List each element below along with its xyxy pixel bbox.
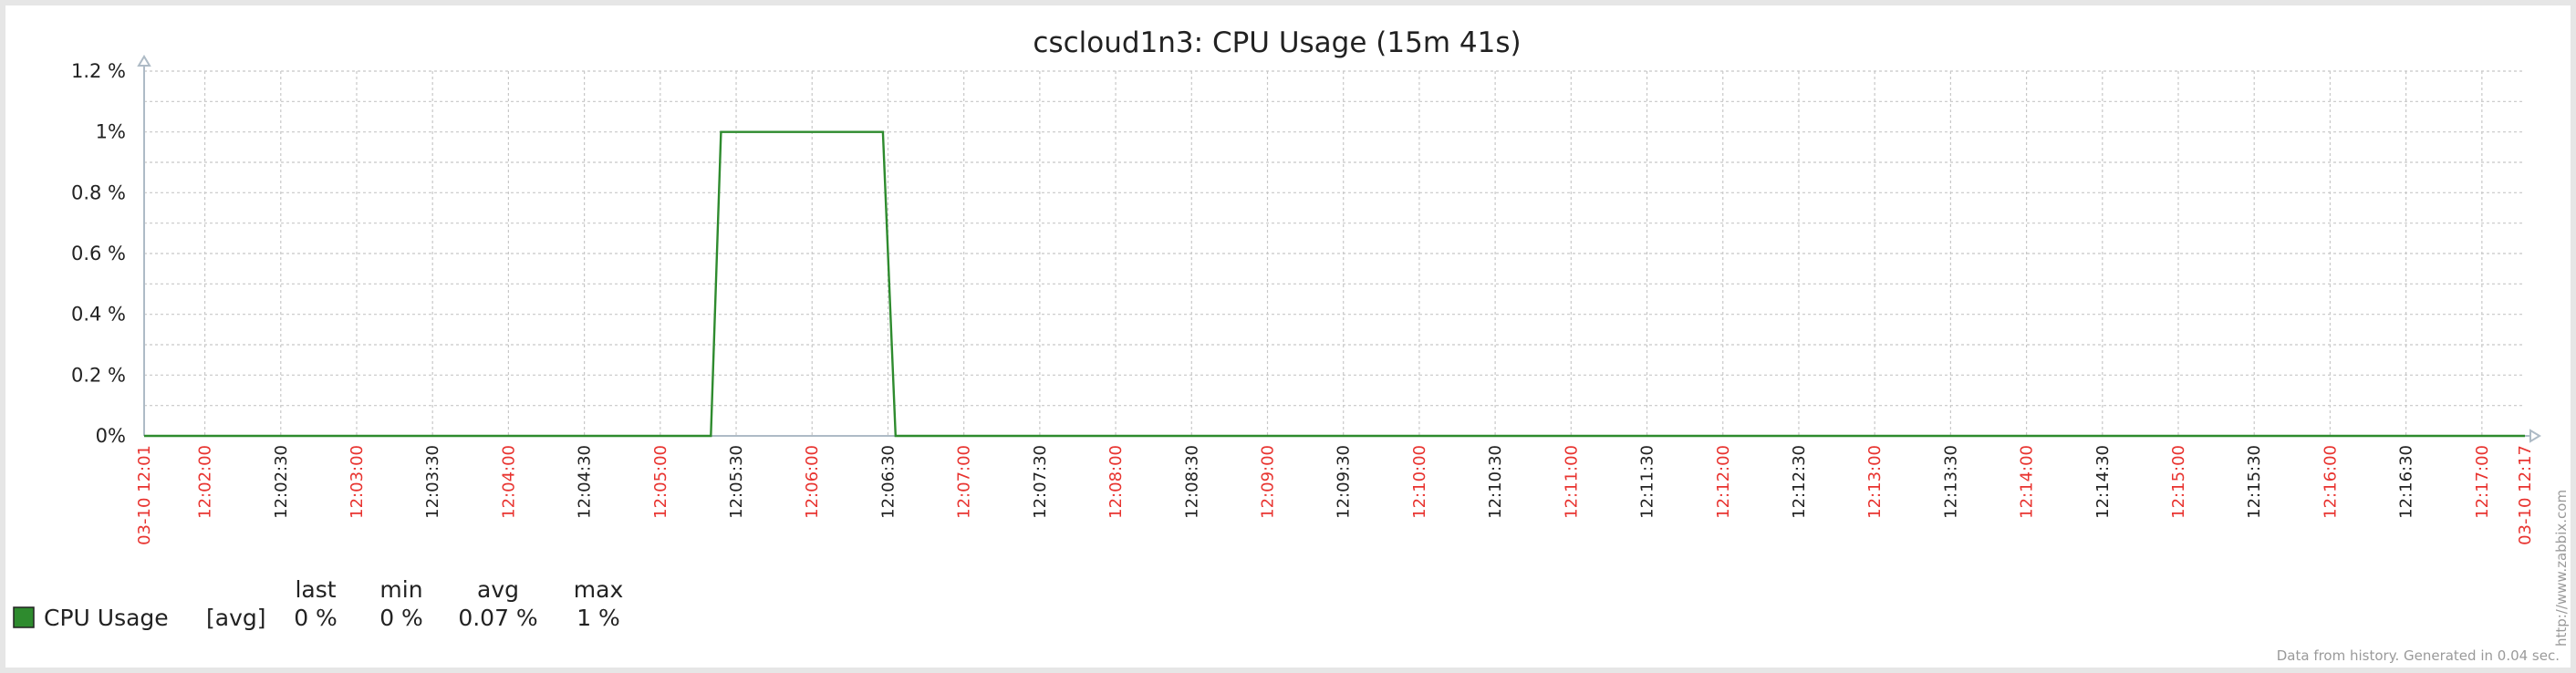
- legend-item-name: CPU Usage: [44, 605, 169, 631]
- x-tick-label: 03-10 12:17: [2516, 445, 2535, 545]
- grid-layer: [144, 70, 2525, 437]
- x-tick-label: 12:06:30: [878, 445, 898, 519]
- x-tick-label: 12:07:00: [955, 445, 974, 519]
- legend: last min avg max CPU Usage [avg] 0 % 0 %…: [13, 576, 623, 631]
- legend-header-max: max: [574, 576, 623, 603]
- y-tick-label: 0.2 %: [71, 364, 126, 386]
- x-tick-label: 03-10 12:01: [135, 445, 154, 545]
- y-tick-label: 0.6 %: [71, 243, 126, 264]
- x-tick-label: 12:12:30: [1790, 445, 1809, 519]
- x-tick-label: 12:16:00: [2321, 445, 2340, 519]
- x-tick-label: 12:04:00: [499, 445, 518, 519]
- x-tick-label: 12:12:00: [1714, 445, 1733, 519]
- y-tick-label: 0.8 %: [71, 181, 126, 203]
- x-tick-label: 12:13:30: [1941, 445, 1960, 519]
- x-tick-label: 12:14:00: [2018, 445, 2037, 519]
- x-tick-label: 12:03:00: [348, 445, 367, 519]
- x-tick-label: 12:05:00: [651, 445, 670, 519]
- x-tick-label: 12:16:30: [2397, 445, 2416, 519]
- legend-item-max: 1 %: [576, 605, 620, 631]
- graph-panel: cscloud1n3: CPU Usage (15m 41s) 0% 0.2 % 0…: [5, 5, 2571, 668]
- x-tick-label: 12:06:00: [803, 445, 822, 519]
- x-tick-label: 12:15:00: [2169, 445, 2188, 519]
- y-axis-ticks: 0% 0.2 % 0.4 % 0.6 % 0.8 % 1% 1.2 %: [71, 60, 126, 447]
- cpu-usage-chart: cscloud1n3: CPU Usage (15m 41s) 0%0.2 %0…: [13, 26, 2570, 664]
- x-tick-label: 12:08:00: [1106, 445, 1126, 519]
- legend-header-min: min: [379, 576, 422, 603]
- axis-layer: [137, 55, 2541, 443]
- x-tick-label: 12:09:30: [1335, 445, 1354, 519]
- x-tick-label: 12:17:00: [2473, 445, 2492, 519]
- legend-item-last: 0 %: [294, 605, 338, 631]
- legend-item-func: [avg]: [206, 605, 266, 631]
- x-tick-label: 12:15:30: [2245, 445, 2264, 519]
- x-tick-label: 12:05:30: [727, 445, 746, 519]
- x-tick-label: 12:09:00: [1258, 445, 1277, 519]
- x-tick-label: 12:13:00: [1865, 445, 1885, 519]
- x-tick-label: 12:10:30: [1486, 445, 1505, 519]
- y-tick-label: 0.4 %: [71, 304, 126, 326]
- x-tick-label: 12:07:30: [1031, 445, 1050, 519]
- chart-title: cscloud1n3: CPU Usage (15m 41s): [1033, 26, 1521, 59]
- zabbix-watermark: http://www.zabbix.com: [2553, 490, 2570, 647]
- x-tick-label: 12:03:30: [423, 445, 442, 519]
- legend-swatch-cpu-usage: [13, 606, 35, 628]
- x-axis-ticks: 03-10 12:01 12:02:00 12:02:30 12:03:00 12:03…: [135, 445, 2535, 545]
- y-tick-label: 0%: [96, 425, 126, 447]
- legend-item-min: 0 %: [379, 605, 423, 631]
- x-tick-label: 12:02:00: [196, 445, 215, 519]
- legend-header-last: last: [295, 576, 336, 603]
- x-tick-label: 12:08:30: [1182, 445, 1201, 519]
- legend-item-avg: 0.07 %: [458, 605, 537, 631]
- x-tick-label: 12:10:00: [1410, 445, 1429, 519]
- y-axis-arrow-icon: [137, 55, 151, 67]
- x-tick-label: 12:04:30: [576, 445, 595, 519]
- x-tick-label: 12:02:30: [272, 445, 291, 519]
- y-tick-label: 1.2 %: [71, 60, 126, 82]
- x-tick-label: 12:11:00: [1562, 445, 1581, 519]
- x-tick-label: 12:14:30: [2093, 445, 2113, 519]
- legend-header-avg: avg: [477, 576, 519, 603]
- footer-status: Data from history. Generated in 0.04 sec…: [2277, 647, 2560, 664]
- y-tick-label: 1%: [96, 121, 126, 143]
- x-axis-arrow-icon: [2529, 429, 2541, 443]
- x-tick-label: 12:11:30: [1638, 445, 1657, 519]
